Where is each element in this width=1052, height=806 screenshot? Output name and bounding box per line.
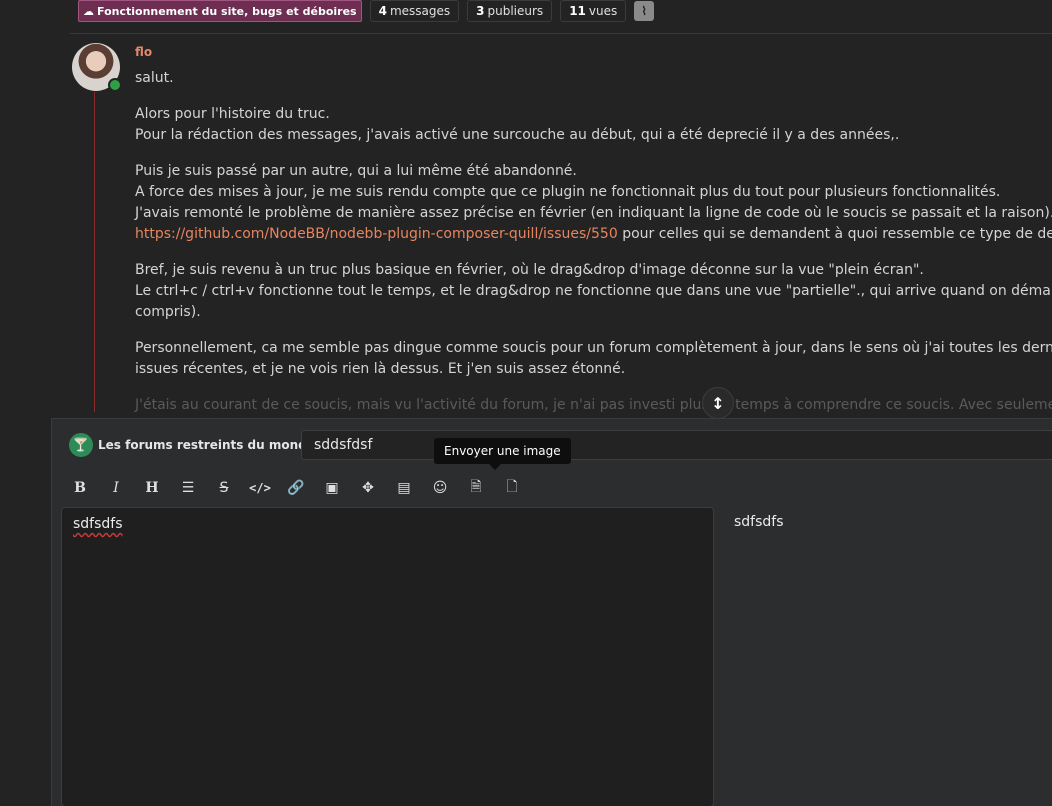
posters-count-label: publieurs bbox=[487, 4, 544, 18]
divider bbox=[70, 33, 1052, 34]
views-count-label: vues bbox=[588, 4, 618, 18]
post-paragraph: Personnellement, ca me semble pas dingue… bbox=[135, 338, 1052, 380]
resize-handle-icon[interactable]: ↕ bbox=[702, 387, 734, 419]
title-input[interactable] bbox=[301, 430, 1052, 460]
views-count: 11 vues bbox=[560, 0, 627, 22]
cloud-icon: ☁ bbox=[83, 4, 94, 18]
italic-button[interactable]: I bbox=[98, 475, 134, 501]
messages-count-label: messages bbox=[389, 4, 451, 18]
upload-image-icon[interactable]: 🗎 bbox=[458, 475, 494, 501]
topic-stats-bar: ☁ Fonctionnement du site, bugs et déboir… bbox=[78, 0, 655, 22]
topic-page: ☁ Fonctionnement du site, bugs et déboir… bbox=[0, 0, 1052, 806]
tooltip: Envoyer une image bbox=[434, 438, 571, 464]
post-text: compris). bbox=[135, 304, 201, 320]
composer-editor[interactable]: sdfsdfs bbox=[61, 507, 714, 806]
composer-category-select[interactable]: 🍸 Les forums restreints du monde T bbox=[69, 433, 327, 457]
emoji-icon[interactable]: ☺ bbox=[422, 475, 458, 501]
composer: 🍸 Les forums restreints du monde T Envoy… bbox=[51, 418, 1052, 806]
heading-button[interactable]: H bbox=[134, 475, 170, 501]
post-text: issues récentes, et je ne vois rien là d… bbox=[135, 361, 626, 377]
post-paragraph: Puis je suis passé par un autre, qui a l… bbox=[135, 161, 1052, 245]
code-icon[interactable]: </> bbox=[242, 475, 278, 501]
category-badge-label: Fonctionnement du site, bugs et déboires bbox=[97, 4, 357, 18]
upload-file-icon[interactable]: 🗋 bbox=[494, 475, 530, 501]
posters-count-value: 3 bbox=[476, 4, 485, 18]
post-text: Le ctrl+c / ctrl+v fonctionne tout le te… bbox=[135, 283, 1052, 299]
post-text: pour celles qui se demandent à quoi ress… bbox=[622, 226, 1052, 242]
cocktail-icon: 🍸 bbox=[69, 433, 93, 457]
rss-icon[interactable]: ⌇ bbox=[634, 1, 655, 21]
category-badge[interactable]: ☁ Fonctionnement du site, bugs et déboir… bbox=[78, 0, 362, 22]
formatting-toolbar: B I H ☰ S </> 🔗 ▣ ✥ ▤ ☺ 🗎 🗋 bbox=[62, 475, 530, 501]
tooltip-arrow bbox=[489, 464, 501, 470]
fullscreen-icon[interactable]: ✥ bbox=[350, 475, 386, 501]
post-paragraph-faded: J'étais au courant de ce soucis, mais vu… bbox=[135, 397, 1052, 413]
messages-count: 4 messages bbox=[369, 0, 460, 22]
post-text: Puis je suis passé par un autre, qui a l… bbox=[135, 163, 577, 179]
editor-text: sdfsdfs bbox=[73, 516, 123, 532]
post-text: J'avais remonté le problème de manière a… bbox=[135, 205, 1052, 221]
composer-preview: sdfsdfs bbox=[734, 514, 784, 530]
thread-line bbox=[94, 92, 95, 412]
composer-category-label: Les forums restreints du monde T bbox=[98, 438, 328, 452]
post-paragraph: Alors pour l'histoire du truc. Pour la r… bbox=[135, 104, 1052, 146]
posters-count: 3 publieurs bbox=[467, 0, 553, 22]
list-icon[interactable]: ☰ bbox=[170, 475, 206, 501]
views-count-value: 11 bbox=[569, 4, 586, 18]
post-text: Bref, je suis revenu à un truc plus basi… bbox=[135, 262, 924, 278]
post-text: Alors pour l'histoire du truc. bbox=[135, 106, 330, 122]
github-issue-link[interactable]: https://github.com/NodeBB/nodebb-plugin-… bbox=[135, 226, 618, 242]
preview-card-icon[interactable]: ▤ bbox=[386, 475, 422, 501]
strikethrough-button[interactable]: S bbox=[206, 475, 242, 501]
online-status-icon bbox=[108, 78, 122, 92]
post-text: A force des mises à jour, je me suis ren… bbox=[135, 184, 1001, 200]
post-paragraph: Bref, je suis revenu à un truc plus basi… bbox=[135, 260, 1052, 323]
post-content: salut. Alors pour l'histoire du truc. Po… bbox=[135, 68, 1052, 431]
post-greeting: salut. bbox=[135, 70, 174, 86]
link-icon[interactable]: 🔗 bbox=[278, 475, 314, 501]
post-text: Pour la rédaction des messages, j'avais … bbox=[135, 127, 900, 143]
messages-count-value: 4 bbox=[378, 4, 387, 18]
image-icon[interactable]: ▣ bbox=[314, 475, 350, 501]
post-author[interactable]: flo bbox=[135, 45, 152, 59]
bold-button[interactable]: B bbox=[62, 475, 98, 501]
post-text: Personnellement, ca me semble pas dingue… bbox=[135, 340, 1052, 356]
